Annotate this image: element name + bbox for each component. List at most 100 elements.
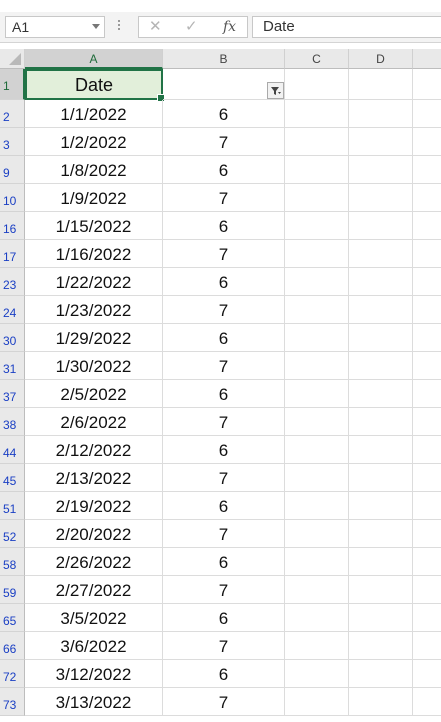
- cell-a1-selected[interactable]: Date: [25, 69, 165, 102]
- cell-empty[interactable]: [349, 324, 413, 352]
- row-header[interactable]: 2: [0, 100, 25, 128]
- cell-value[interactable]: 7: [163, 464, 285, 492]
- cell-value[interactable]: 6: [163, 156, 285, 184]
- column-header-d[interactable]: D: [349, 49, 413, 69]
- cell-value[interactable]: 7: [163, 296, 285, 324]
- cell-value[interactable]: 6: [163, 548, 285, 576]
- cell-date[interactable]: 2/20/2022: [25, 520, 163, 548]
- cell-empty[interactable]: [285, 576, 349, 604]
- chevron-down-icon[interactable]: [92, 24, 100, 29]
- cell-value[interactable]: 7: [163, 408, 285, 436]
- cell-empty[interactable]: [349, 408, 413, 436]
- row-header[interactable]: 17: [0, 240, 25, 268]
- cell-date[interactable]: 1/2/2022: [25, 128, 163, 156]
- cell-value[interactable]: 6: [163, 324, 285, 352]
- cell-empty[interactable]: [413, 632, 441, 660]
- cell-date[interactable]: 2/6/2022: [25, 408, 163, 436]
- cell-date[interactable]: 1/8/2022: [25, 156, 163, 184]
- cell-empty[interactable]: [413, 408, 441, 436]
- row-header[interactable]: 38: [0, 408, 25, 436]
- filter-active-icon[interactable]: [267, 82, 284, 99]
- cell-empty[interactable]: [349, 100, 413, 128]
- cell-empty[interactable]: [413, 464, 441, 492]
- cell-empty[interactable]: [413, 296, 441, 324]
- column-header-partial[interactable]: [413, 49, 441, 69]
- row-header[interactable]: 52: [0, 520, 25, 548]
- cancel-icon[interactable]: ✕: [149, 18, 162, 36]
- cell-date[interactable]: 1/30/2022: [25, 352, 163, 380]
- cell-empty[interactable]: [349, 436, 413, 464]
- cell-date[interactable]: 1/15/2022: [25, 212, 163, 240]
- row-header[interactable]: 73: [0, 688, 25, 716]
- row-header[interactable]: 37: [0, 380, 25, 408]
- cell-empty[interactable]: [285, 604, 349, 632]
- cell-empty[interactable]: [285, 100, 349, 128]
- row-header[interactable]: 30: [0, 324, 25, 352]
- enter-check-icon[interactable]: ✓: [185, 18, 198, 36]
- cell-empty[interactable]: [285, 296, 349, 324]
- cell-empty[interactable]: [413, 688, 441, 716]
- cell-c1[interactable]: [285, 69, 349, 100]
- cell-value[interactable]: 6: [163, 492, 285, 520]
- cell-date[interactable]: 1/23/2022: [25, 296, 163, 324]
- cell-value[interactable]: 6: [163, 268, 285, 296]
- select-all-corner[interactable]: [0, 49, 25, 69]
- column-header-c[interactable]: C: [285, 49, 349, 69]
- cell-date[interactable]: 2/13/2022: [25, 464, 163, 492]
- cell-empty[interactable]: [349, 520, 413, 548]
- column-header-a[interactable]: A: [25, 49, 163, 69]
- cell-empty[interactable]: [285, 240, 349, 268]
- row-header[interactable]: 9: [0, 156, 25, 184]
- cell-empty[interactable]: [285, 688, 349, 716]
- cell-empty[interactable]: [413, 380, 441, 408]
- cell-empty[interactable]: [413, 100, 441, 128]
- cell-empty[interactable]: [413, 352, 441, 380]
- cell-value[interactable]: 6: [163, 436, 285, 464]
- row-header[interactable]: 31: [0, 352, 25, 380]
- cell-date[interactable]: 2/19/2022: [25, 492, 163, 520]
- cell-empty[interactable]: [413, 492, 441, 520]
- column-header-b[interactable]: B: [163, 49, 285, 69]
- formula-input[interactable]: Date: [252, 16, 441, 38]
- row-header[interactable]: 10: [0, 184, 25, 212]
- cell-date[interactable]: 3/12/2022: [25, 660, 163, 688]
- cell-value[interactable]: 6: [163, 212, 285, 240]
- cell-value[interactable]: 6: [163, 380, 285, 408]
- cell-empty[interactable]: [349, 184, 413, 212]
- cell-empty[interactable]: [285, 324, 349, 352]
- cell-value[interactable]: 7: [163, 520, 285, 548]
- cell-empty[interactable]: [349, 268, 413, 296]
- row-header[interactable]: 66: [0, 632, 25, 660]
- cell-value[interactable]: 7: [163, 632, 285, 660]
- cell-value[interactable]: 7: [163, 184, 285, 212]
- row-header[interactable]: 59: [0, 576, 25, 604]
- cell-value[interactable]: 7: [163, 576, 285, 604]
- cell-empty[interactable]: [349, 240, 413, 268]
- cell-empty[interactable]: [413, 128, 441, 156]
- cell-empty[interactable]: [413, 576, 441, 604]
- cell-empty[interactable]: [413, 548, 441, 576]
- cell-empty[interactable]: [285, 492, 349, 520]
- row-header-1[interactable]: 1: [0, 69, 25, 100]
- cell-empty[interactable]: [285, 184, 349, 212]
- cell-d1[interactable]: [349, 69, 413, 100]
- row-header[interactable]: 16: [0, 212, 25, 240]
- cell-empty[interactable]: [285, 408, 349, 436]
- cell-empty[interactable]: [285, 156, 349, 184]
- insert-function-icon[interactable]: fx: [223, 17, 236, 37]
- cell-empty[interactable]: [413, 660, 441, 688]
- cell-empty[interactable]: [349, 156, 413, 184]
- cell-empty[interactable]: [349, 296, 413, 324]
- cell-date[interactable]: 3/5/2022: [25, 604, 163, 632]
- cell-value[interactable]: 7: [163, 240, 285, 268]
- cell-empty[interactable]: [285, 212, 349, 240]
- cell-date[interactable]: 2/27/2022: [25, 576, 163, 604]
- cell-empty[interactable]: [349, 464, 413, 492]
- cell-empty[interactable]: [413, 240, 441, 268]
- cell-empty[interactable]: [349, 548, 413, 576]
- cell-empty[interactable]: [413, 436, 441, 464]
- cell-date[interactable]: 3/13/2022: [25, 688, 163, 716]
- cell-empty[interactable]: [285, 128, 349, 156]
- cell-empty[interactable]: [285, 632, 349, 660]
- row-header[interactable]: 45: [0, 464, 25, 492]
